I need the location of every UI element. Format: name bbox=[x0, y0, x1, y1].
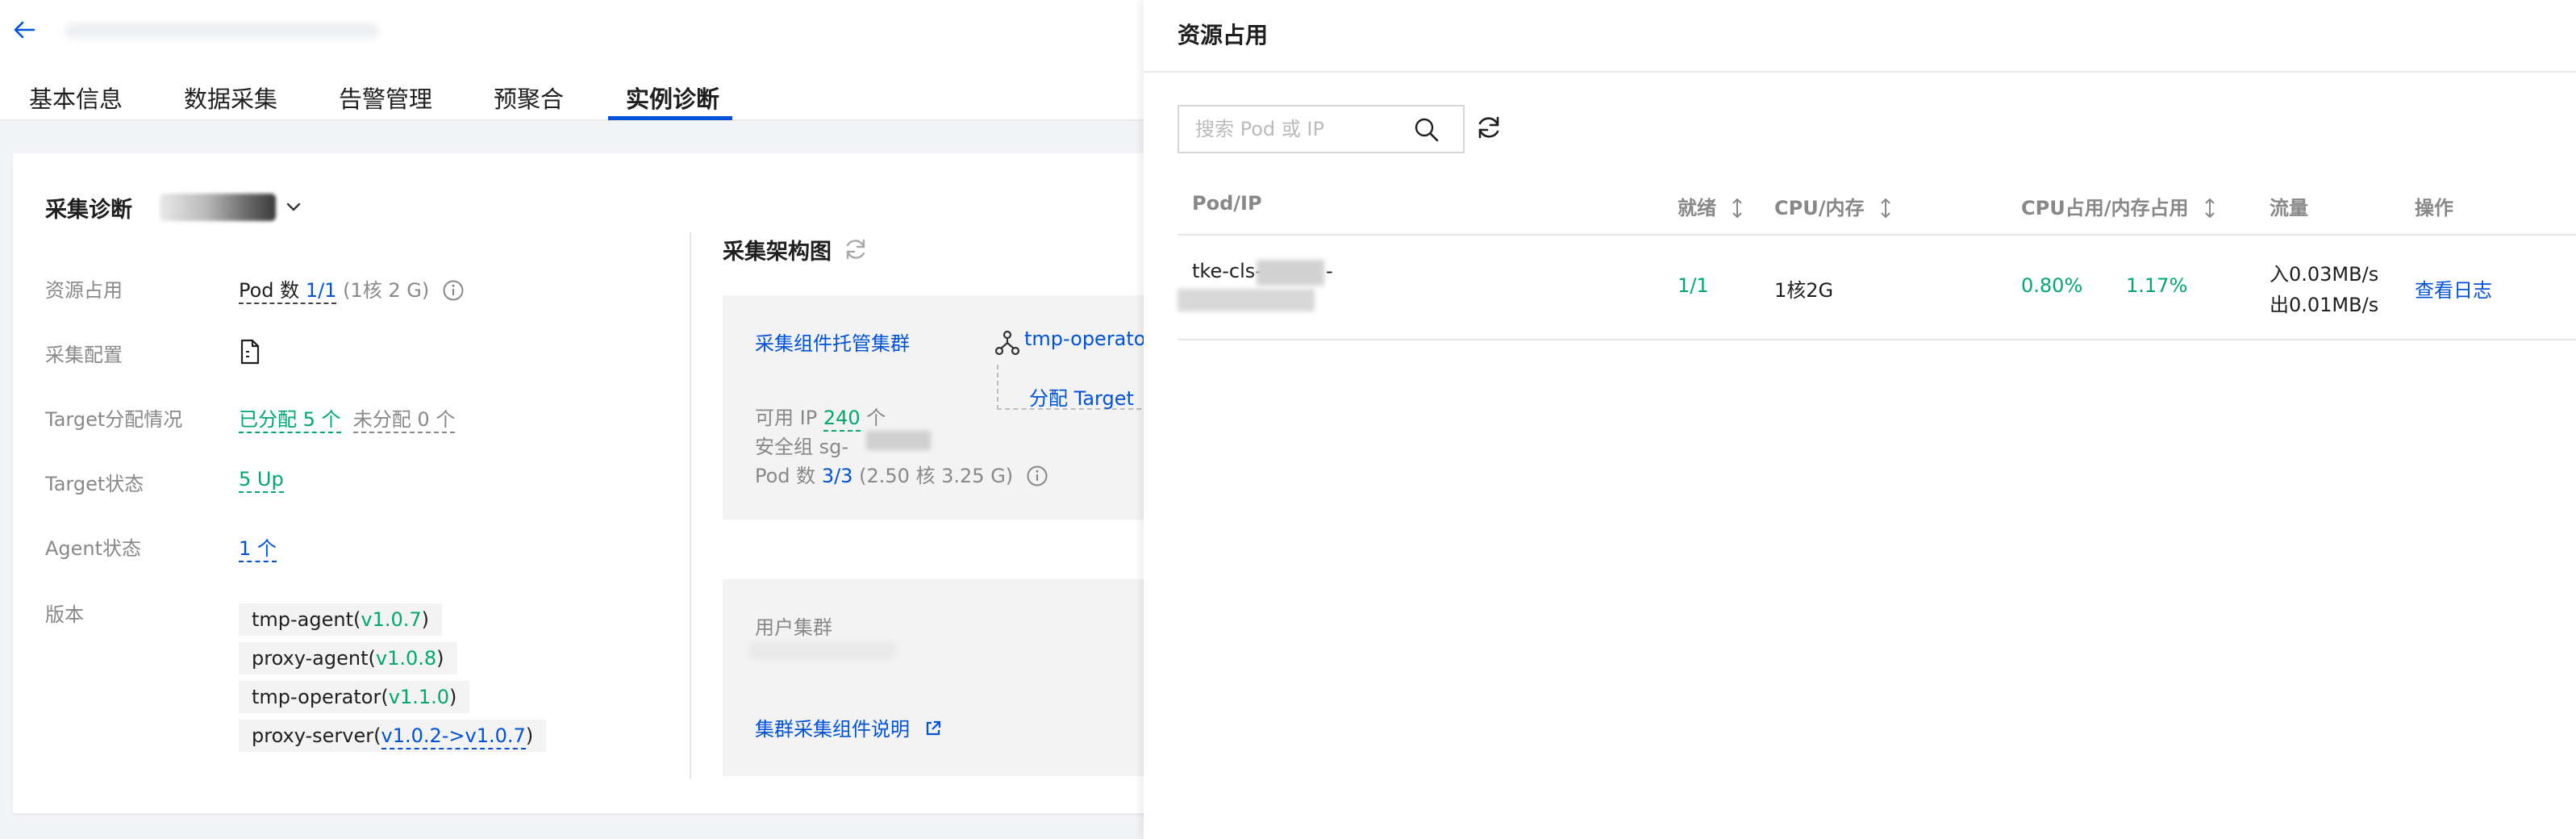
refresh-icon[interactable] bbox=[1474, 113, 1503, 142]
target-assign-label: Target分配情况 bbox=[45, 408, 183, 431]
sort-icon[interactable] bbox=[1879, 198, 1892, 219]
drawer-title: 资源占用 bbox=[1178, 22, 1269, 48]
table-row: tke-cls- - 1/1 1核2G 0.80% 1.17% 入0.03MB/… bbox=[1178, 236, 2576, 340]
search-input[interactable] bbox=[1195, 116, 1405, 142]
unassigned-target-link[interactable]: 未分配 0 个 bbox=[352, 408, 456, 433]
operator-link[interactable]: tmp-operator- bbox=[1024, 328, 1144, 350]
column-cpu-mem-usage[interactable]: CPU占用/内存占用 bbox=[2021, 192, 2216, 220]
instance-name-redacted bbox=[65, 23, 379, 39]
version-chip-proxy-agent: proxy-agent(v1.0.8) bbox=[239, 642, 457, 674]
resource-usage-drawer: 资源占用 Pod/IP 就绪 CPU/内存 CPU占用/内存占用 流量 操作 t… bbox=[1144, 0, 2576, 839]
info-icon[interactable] bbox=[442, 279, 465, 302]
resource-usage-value: Pod 数 1/1 (1核 2 G) bbox=[239, 274, 465, 304]
agent-status-label: Agent状态 bbox=[45, 537, 142, 560]
topology-icon bbox=[994, 330, 1020, 356]
cpu-usage-value: 0.80% bbox=[2021, 274, 2083, 297]
view-logs-link[interactable]: 查看日志 bbox=[2415, 274, 2492, 303]
traffic-out-value: 出0.01MB/s bbox=[2270, 294, 2379, 316]
vertical-divider bbox=[690, 232, 691, 779]
user-cluster-label: 用户集群 bbox=[755, 616, 832, 639]
agent-status-value: 1 个 bbox=[239, 532, 277, 562]
assigned-target-link[interactable]: 已分配 5 个 bbox=[239, 408, 341, 433]
architecture-title: 采集架构图 bbox=[723, 240, 832, 265]
security-group: 安全组 sg- bbox=[755, 436, 849, 458]
assign-target-link[interactable]: 分配 Target bbox=[1029, 382, 1134, 411]
top-bar: 基本信息 数据采集 告警管理 预聚合 实例诊断 bbox=[0, 0, 1144, 121]
refresh-icon[interactable] bbox=[842, 236, 869, 263]
active-tab-indicator bbox=[608, 116, 732, 120]
table-header: Pod/IP 就绪 CPU/内存 CPU占用/内存占用 流量 操作 bbox=[1178, 176, 2576, 236]
tab-data-collection[interactable]: 数据采集 bbox=[184, 81, 277, 115]
drawer-divider bbox=[1144, 71, 2576, 73]
sort-icon[interactable] bbox=[2203, 198, 2216, 219]
external-link-icon bbox=[926, 720, 940, 736]
tab-basic-info[interactable]: 基本信息 bbox=[29, 81, 123, 115]
collection-config-label: 采集配置 bbox=[45, 344, 123, 366]
pod-count-link[interactable]: Pod 数 1/1 bbox=[239, 279, 337, 304]
operator-name-wrap: tmp-operator- bbox=[1024, 328, 1144, 350]
target-status-value: 5 Up bbox=[239, 468, 284, 493]
ready-value: 1/1 bbox=[1678, 274, 1709, 297]
user-cluster-panel bbox=[723, 579, 1158, 776]
managed-cluster-link[interactable]: 采集组件托管集群 bbox=[755, 328, 910, 356]
target-status-label: Target状态 bbox=[45, 473, 144, 495]
managed-pod-count: Pod 数 3/3 (2.50 核 3.25 G) bbox=[755, 460, 1048, 488]
memory-usage-value: 1.17% bbox=[2126, 274, 2188, 297]
back-arrow-icon[interactable] bbox=[11, 16, 39, 44]
version-chip-tmp-agent: tmp-agent(v1.0.7) bbox=[239, 603, 443, 636]
chevron-down-icon[interactable] bbox=[284, 197, 303, 216]
version-chip-proxy-server: proxy-server(v1.0.2->v1.0.7) bbox=[239, 720, 547, 752]
column-ready[interactable]: 就绪 bbox=[1678, 192, 1744, 220]
available-ip: 可用 IP 240 个 bbox=[755, 402, 886, 432]
agent-count-link[interactable]: 1 个 bbox=[239, 537, 277, 562]
proxy-server-upgrade-link[interactable]: v1.0.2->v1.0.7 bbox=[381, 724, 526, 749]
file-icon[interactable] bbox=[239, 339, 261, 365]
user-cluster-name-redacted bbox=[750, 642, 895, 658]
pod-ip-redacted bbox=[1178, 289, 1315, 311]
column-pod-ip: Pod/IP bbox=[1192, 192, 1262, 215]
traffic-in-value: 入0.03MB/s bbox=[2270, 263, 2379, 286]
cluster-components-doc-link[interactable]: 集群采集组件说明 bbox=[755, 713, 942, 741]
tab-alert-management[interactable]: 告警管理 bbox=[339, 81, 432, 115]
version-chip-tmp-operator: tmp-operator(v1.1.0) bbox=[239, 681, 470, 713]
pod-name: tke-cls- bbox=[1192, 260, 1262, 282]
pod-name-suffix: - bbox=[1326, 260, 1333, 282]
version-label: 版本 bbox=[45, 603, 84, 626]
spec-value: 1核2G bbox=[1774, 279, 1834, 302]
target-assign-value: 已分配 5 个 未分配 0 个 bbox=[239, 403, 456, 433]
column-cpu-memory[interactable]: CPU/内存 bbox=[1774, 192, 1892, 220]
resource-usage-label: 资源占用 bbox=[45, 279, 123, 302]
pod-spec: (1核 2 G) bbox=[343, 279, 430, 302]
column-traffic: 流量 bbox=[2270, 197, 2308, 219]
target-up-link[interactable]: 5 Up bbox=[239, 468, 284, 493]
tab-pre-aggregation[interactable]: 预聚合 bbox=[494, 81, 564, 115]
search-icon[interactable] bbox=[1413, 116, 1440, 144]
security-group-redacted bbox=[866, 431, 931, 450]
sort-icon[interactable] bbox=[1731, 198, 1744, 219]
pod-name-redacted bbox=[1257, 260, 1324, 286]
tab-instance-diagnosis[interactable]: 实例诊断 bbox=[626, 81, 719, 115]
search-box bbox=[1178, 105, 1465, 153]
info-icon[interactable] bbox=[1026, 465, 1048, 487]
collection-diagnosis-title: 采集诊断 bbox=[45, 198, 132, 223]
column-actions: 操作 bbox=[2415, 197, 2453, 219]
instance-selector-redacted[interactable] bbox=[160, 194, 276, 221]
